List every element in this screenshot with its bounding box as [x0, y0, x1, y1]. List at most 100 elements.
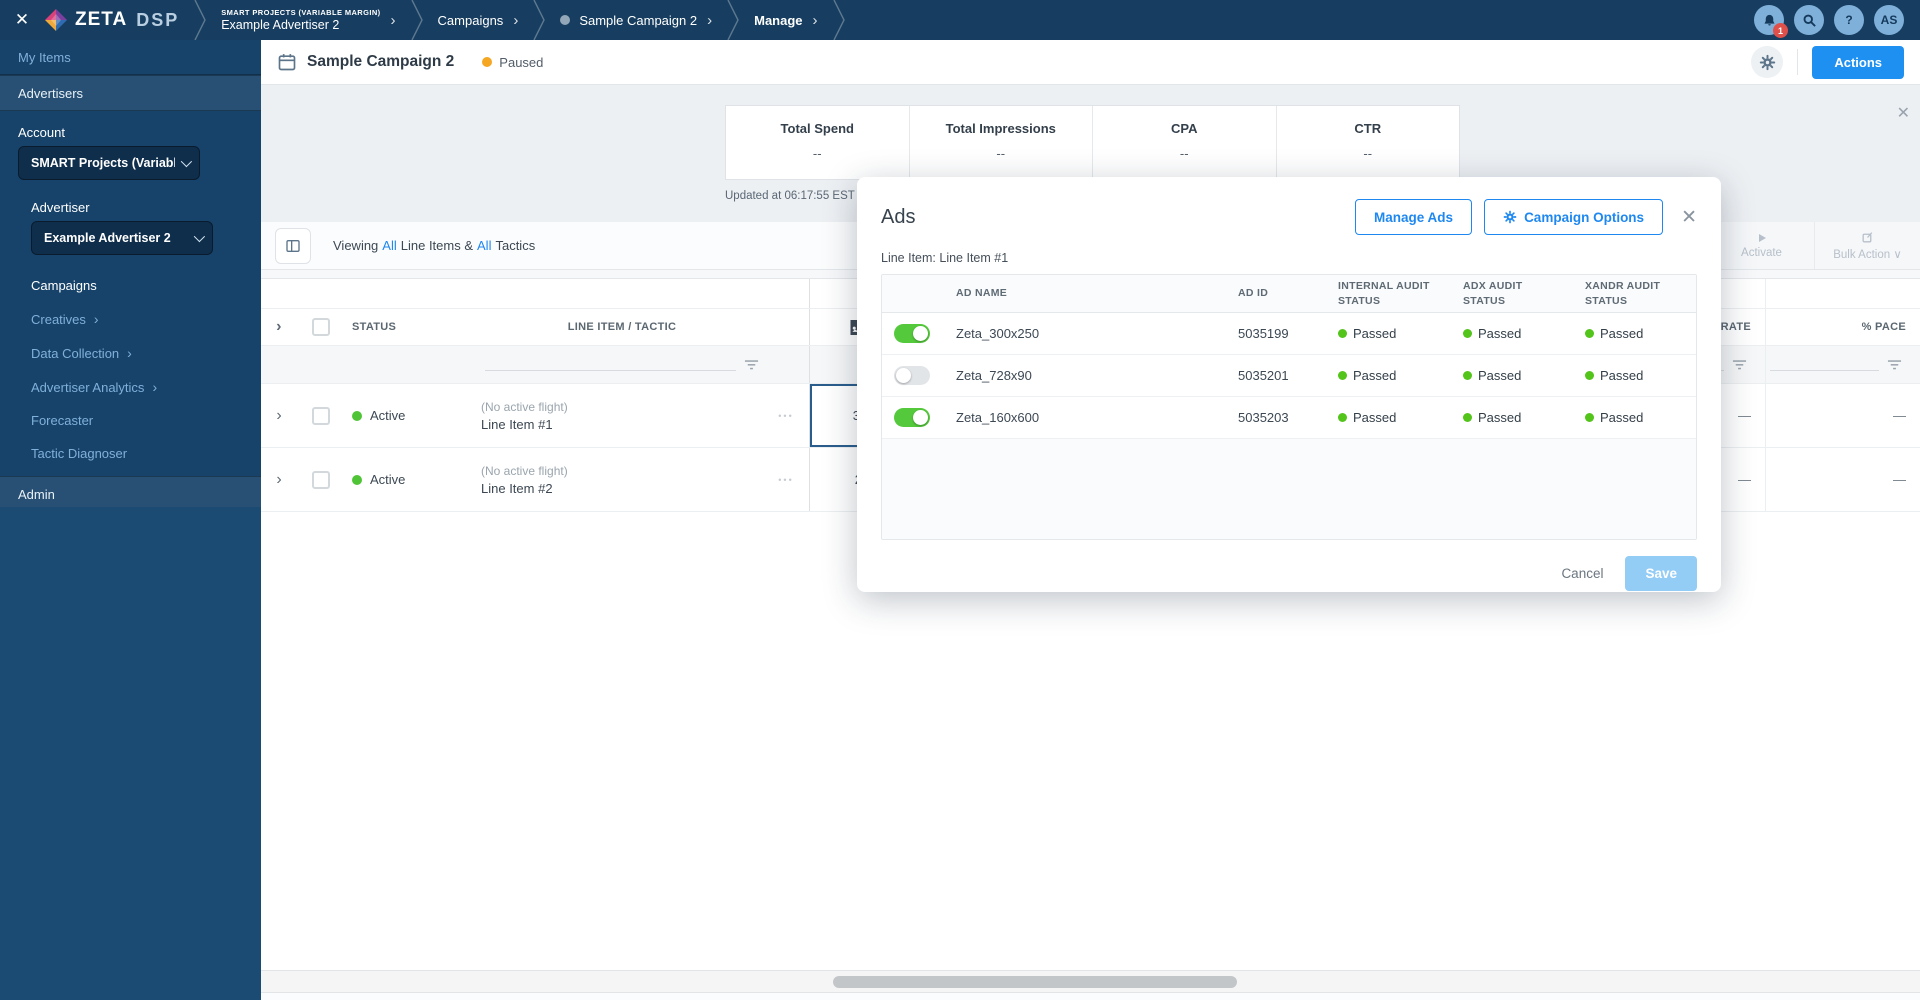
advertiser-label: Advertiser [31, 200, 90, 215]
logo-zeta-text: ZETA [75, 9, 128, 30]
ad-enabled-toggle[interactable] [894, 408, 930, 427]
page-header: Sample Campaign 2 Paused Actions [261, 40, 1920, 85]
adx-audit-header: ADX AUDIT STATUS [1463, 280, 1523, 307]
sidebar-item-creatives[interactable]: Creatives › [0, 302, 261, 336]
column-settings-button[interactable] [275, 227, 311, 264]
zeta-dsp-logo[interactable]: ZETA DSP [44, 8, 179, 32]
sidebar-item-forecaster[interactable]: Forecaster [0, 404, 261, 437]
sidebar-item-data-collection[interactable]: Data Collection › [0, 336, 261, 370]
horizontal-scrollbar[interactable] [261, 970, 1920, 993]
pace-value: — [1893, 408, 1906, 423]
active-dot-icon [352, 410, 362, 421]
ad-name: Zeta_728x90 [956, 368, 1032, 383]
topbar: ✕ ZETA DSP SMART PROJECTS (VARIABLE MARG… [0, 0, 1920, 40]
actions-button[interactable]: Actions [1812, 45, 1904, 79]
breadcrumb-separator-icon [410, 0, 424, 40]
breadcrumb-advertiser-label: Example Advertiser 2 [221, 18, 340, 32]
passed-dot-icon [1338, 371, 1347, 380]
divider [1797, 49, 1799, 75]
paused-dot-icon [482, 57, 493, 67]
edit-icon [1861, 231, 1874, 244]
passed-dot-icon [1463, 329, 1472, 338]
cancel-button[interactable]: Cancel [1561, 566, 1603, 581]
save-button[interactable]: Save [1625, 556, 1697, 591]
row-checkbox[interactable] [311, 470, 330, 489]
filter-all-tactics[interactable]: All [477, 238, 491, 253]
sidebar-item-my-items[interactable]: My Items [0, 40, 261, 75]
status-column-header[interactable]: STATUS [344, 309, 473, 345]
ad-enabled-toggle[interactable] [894, 324, 930, 343]
filter-icon[interactable] [1887, 359, 1902, 371]
sidebar-item-tactic-diagnoser[interactable]: Tactic Diagnoser [0, 437, 261, 470]
chevron-right-icon: › [513, 11, 519, 29]
notifications-button[interactable]: 1 [1754, 5, 1788, 38]
row-menu-icon[interactable]: ••• [778, 475, 793, 485]
modal-close-icon[interactable]: ✕ [1681, 206, 1697, 229]
breadcrumb-advertiser[interactable]: SMART PROJECTS (VARIABLE MARGIN) Example… [207, 0, 409, 40]
filter-icon[interactable] [744, 359, 759, 371]
sidebar: My Items Advertisers Account SMART Proje… [0, 40, 261, 1000]
filter-all-line-items[interactable]: All [382, 238, 396, 253]
ad-enabled-toggle[interactable] [894, 366, 930, 385]
settings-button[interactable] [1751, 46, 1784, 78]
passed-dot-icon [1585, 371, 1594, 380]
avatar[interactable]: AS [1874, 5, 1904, 35]
chevron-down-icon [180, 155, 193, 168]
search-button[interactable] [1794, 5, 1824, 35]
ad-id: 5035201 [1238, 368, 1289, 383]
manage-ads-button[interactable]: Manage Ads [1355, 199, 1473, 235]
chevron-right-icon: › [390, 11, 396, 29]
chevron-right-icon: › [93, 311, 99, 327]
row-checkbox[interactable] [311, 406, 330, 425]
expand-row-icon[interactable]: › [276, 471, 281, 489]
activate-button[interactable]: Activate [1708, 222, 1814, 269]
ad-row: Zeta_160x600 5035203 Passed Passed Passe… [882, 397, 1696, 439]
ad-row: Zeta_728x90 5035201 Passed Passed Passed [882, 355, 1696, 397]
breadcrumb-campaign[interactable]: Sample Campaign 2 › [546, 0, 726, 40]
help-button[interactable]: ? [1834, 5, 1864, 35]
breadcrumb-separator-icon [832, 0, 846, 40]
xandr-audit-header: XANDR AUDIT STATUS [1585, 280, 1661, 307]
columns-icon [285, 238, 301, 254]
advertiser-select[interactable]: Example Advertiser 2 [31, 221, 213, 255]
page-title: Sample Campaign 2 [307, 53, 455, 70]
breadcrumb-separator-icon [726, 0, 740, 40]
filter-icon[interactable] [1732, 359, 1747, 371]
passed-dot-icon [1338, 329, 1347, 338]
select-all-checkbox[interactable] [311, 318, 330, 336]
expand-all-icon[interactable]: › [276, 318, 282, 336]
stat-ctr: CTR -- [1354, 121, 1382, 161]
line-item-filter-input[interactable] [485, 370, 736, 371]
expand-row-icon[interactable]: › [276, 407, 281, 425]
modal-line-item-label: Line Item: Line Item #1 [881, 251, 1009, 265]
calendar-icon [277, 52, 297, 72]
gear-icon [1503, 210, 1517, 224]
pace-filter-input[interactable] [1770, 370, 1879, 371]
passed-dot-icon [1585, 413, 1594, 422]
flight-status: (No active flight) [481, 399, 568, 414]
breadcrumb-manage[interactable]: Manage › [740, 0, 831, 40]
stat-total-spend: Total Spend -- [726, 106, 910, 179]
campaign-options-button[interactable]: Campaign Options [1484, 199, 1664, 235]
account-select[interactable]: SMART Projects (Variable M [18, 146, 200, 180]
line-item-column-header[interactable]: LINE ITEM / TACTIC [473, 309, 763, 345]
row-menu-icon[interactable]: ••• [778, 411, 793, 421]
ad-id: 5035203 [1238, 410, 1289, 425]
close-nav-icon[interactable]: ✕ [0, 10, 44, 30]
ad-id: 5035199 [1238, 326, 1289, 341]
active-dot-icon [352, 474, 362, 485]
sidebar-item-advertisers[interactable]: Advertisers [0, 75, 261, 111]
scrollbar-thumb[interactable] [833, 976, 1237, 988]
ads-table: AD NAME AD ID INTERNAL AUDIT STATUS ADX … [881, 274, 1697, 540]
viewing-summary: Viewing All Line Items & All Tactics [333, 238, 536, 253]
line-item-name[interactable]: Line Item #2 [481, 481, 763, 496]
passed-dot-icon [1463, 413, 1472, 422]
breadcrumb-campaigns[interactable]: Campaigns › [424, 0, 533, 40]
line-item-name[interactable]: Line Item #1 [481, 417, 763, 432]
banner-close-icon[interactable]: ✕ [1897, 103, 1910, 123]
sidebar-item-advertiser-analytics[interactable]: Advertiser Analytics › [0, 370, 261, 404]
zeta-diamond-icon [44, 8, 68, 32]
sidebar-item-campaigns[interactable]: Campaigns [0, 269, 261, 302]
bulk-action-button[interactable]: Bulk Action ∨ [1814, 222, 1920, 269]
pace-column-header[interactable]: % PACE [1765, 309, 1920, 345]
